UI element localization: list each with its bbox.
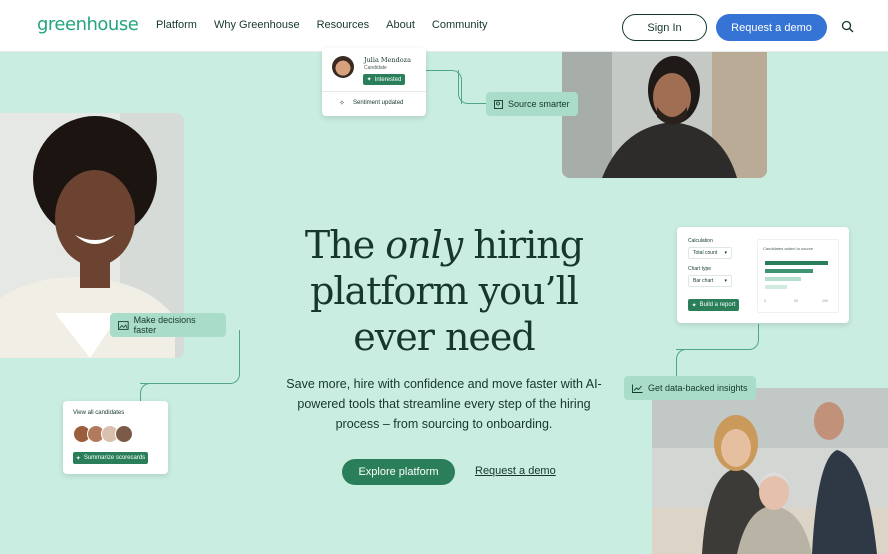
chart-preview-title: Candidates added to source (763, 246, 814, 251)
hero-subtext: Save more, hire with confidence and move… (286, 377, 602, 431)
headline-line-2: platform you’ll (310, 269, 579, 313)
headline-text: hiring (462, 223, 584, 267)
calculation-select[interactable]: Total count ▾ (688, 247, 732, 259)
build-report-button[interactable]: ✦ Build a report (688, 299, 739, 311)
caret-down-icon: ▾ (724, 278, 727, 284)
request-demo-link[interactable]: Request a demo (475, 465, 556, 477)
nav-link-community[interactable]: Community (432, 19, 488, 31)
report-builder-card: Calculation Total count ▾ Chart type Bar … (677, 227, 849, 323)
headline-emphasis: only (385, 223, 463, 267)
sentiment-updated-text: Sentiment updated (353, 100, 404, 106)
connector-line (426, 70, 462, 104)
avatar-stack (73, 425, 143, 443)
view-all-candidates-card: View all candidates ✦ Summarize scorecard… (63, 401, 168, 474)
preview-bar (765, 285, 787, 289)
calculation-label: Calculation (688, 238, 713, 244)
sign-in-button[interactable]: Sign In (622, 14, 707, 41)
avatar (332, 56, 354, 78)
sparkle-icon: ✦ (691, 302, 697, 309)
nav-link-about[interactable]: About (386, 19, 415, 31)
caret-down-icon: ▾ (724, 250, 727, 256)
interested-tag[interactable]: ✦ Interested (363, 74, 405, 85)
preview-axis-tick: 0 (764, 299, 766, 303)
avatar (115, 425, 133, 443)
summarize-scorecards-button[interactable]: ✦ Summarize scorecards (73, 452, 148, 464)
connector-line (458, 70, 488, 104)
chart-preview: Candidates added to source 0 50 100 (757, 239, 839, 313)
nav-links: Platform Why Greenhouse Resources About … (156, 19, 488, 31)
make-decisions-label: Make decisions faster (133, 315, 196, 335)
source-smarter-label: Source smarter (508, 99, 570, 109)
candidate-card: Julia Mendoza Candidate ✦ Interested ✧ Se… (322, 48, 426, 116)
connector-line (676, 324, 759, 350)
nav-link-resources[interactable]: Resources (317, 19, 370, 31)
data-insights-chip: Get data-backed insights (624, 376, 756, 400)
man-illustration (562, 52, 767, 178)
team-illustration (652, 388, 888, 554)
candidate-role: Candidate (364, 65, 387, 71)
card-divider (322, 91, 426, 92)
line-chart-icon (632, 384, 643, 393)
candidate-name: Julia Mendoza (364, 56, 411, 64)
preview-axis-tick: 100 (822, 299, 828, 303)
explore-platform-button[interactable]: Explore platform (342, 459, 455, 485)
calculation-select-value: Total count (693, 250, 718, 256)
headline-text: The (304, 223, 386, 267)
chart-type-label: Chart type (688, 266, 712, 272)
chart-type-select-value: Bar chart (693, 278, 714, 284)
view-all-title: View all candidates (73, 410, 125, 416)
preview-bar (765, 261, 828, 265)
headline-line-3: ever need (353, 315, 535, 359)
source-smarter-chip: Source smarter (486, 92, 578, 116)
image-icon (118, 320, 129, 330)
search-icon[interactable] (841, 20, 854, 33)
preview-axis-tick: 50 (794, 299, 798, 303)
greenhouse-logo[interactable]: greenhouse (37, 14, 139, 35)
sparkle-icon: ✦ (75, 455, 81, 462)
make-decisions-chip: Make decisions faster (110, 313, 226, 337)
nav-link-why-greenhouse[interactable]: Why Greenhouse (214, 19, 300, 31)
chart-type-select[interactable]: Bar chart ▾ (688, 275, 732, 287)
person-search-icon (494, 99, 503, 109)
connector-line (676, 349, 686, 379)
sparkle-icon: ✧ (339, 100, 345, 107)
man-photo (562, 52, 767, 178)
summarize-scorecards-label: Summarize scorecards (83, 455, 146, 461)
sparkle-icon: ✦ (366, 77, 372, 83)
hero-headline: The only hiring platform you’ll ever nee… (250, 222, 638, 360)
preview-bar (765, 277, 801, 281)
top-nav: greenhouse Platform Why Greenhouse Resou… (0, 0, 888, 52)
request-demo-button[interactable]: Request a demo (716, 14, 827, 41)
build-report-label: Build a report (699, 302, 736, 308)
interested-tag-label: Interested (374, 76, 402, 83)
team-photo (652, 388, 888, 554)
nav-link-platform[interactable]: Platform (156, 19, 197, 31)
headline-line-1: The only hiring (250, 222, 638, 268)
preview-bar (765, 269, 813, 273)
connector-line (140, 383, 150, 403)
data-insights-label: Get data-backed insights (648, 383, 748, 393)
